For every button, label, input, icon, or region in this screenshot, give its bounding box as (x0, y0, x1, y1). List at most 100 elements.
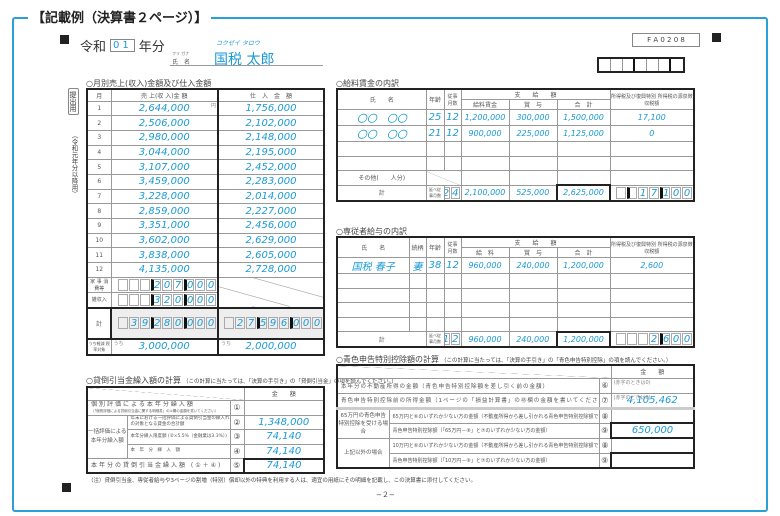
sales-value[interactable]: 3,351,000 (110, 218, 219, 234)
others-label[interactable]: その他( 人分) (336, 170, 427, 186)
sum[interactable]: 1,200,000 (556, 257, 611, 274)
family-name[interactable]: 国税 春子 (336, 257, 410, 274)
sales-value[interactable]: 2,506,000 (110, 115, 219, 131)
purchase-value[interactable]: 2,605,000 (217, 247, 325, 264)
age[interactable]: 38 (425, 257, 445, 274)
months[interactable]: 12 (443, 125, 462, 142)
cell[interactable] (556, 273, 611, 289)
cell[interactable] (425, 316, 445, 332)
cell[interactable] (508, 155, 558, 171)
purchase-value[interactable]: 2,148,000 (217, 129, 325, 146)
cell[interactable] (443, 155, 462, 171)
total-months[interactable]: 24 (443, 184, 462, 201)
cell[interactable] (408, 273, 427, 289)
sales-value[interactable]: 2,859,000 (110, 203, 219, 219)
total-wage[interactable]: 960,000 (460, 331, 510, 348)
amount-value[interactable]: 650,000 (610, 422, 695, 439)
furigana-value[interactable]: コクゼイ タロウ (216, 38, 260, 47)
household-value[interactable]: 207000 (110, 276, 219, 293)
cell[interactable] (508, 141, 558, 157)
amount-value[interactable] (610, 437, 695, 454)
cell[interactable] (443, 273, 462, 289)
purchase-value[interactable]: 2,452,000 (217, 159, 325, 175)
amount-value[interactable] (610, 452, 695, 469)
cell[interactable] (556, 287, 611, 303)
total-wage[interactable]: 2,100,000 (460, 184, 510, 201)
sum[interactable]: 1,125,000 (556, 125, 611, 142)
sales-value[interactable]: 3,602,000 (110, 232, 219, 249)
cell[interactable] (460, 302, 510, 318)
total-tax[interactable]: 2600 (609, 331, 695, 348)
total-sales[interactable]: 39280000 (110, 306, 219, 340)
cell[interactable] (556, 141, 611, 157)
cell[interactable] (609, 302, 695, 318)
cell[interactable] (336, 302, 410, 318)
cell[interactable] (443, 302, 462, 318)
amount-value[interactable]: 74,140 (243, 443, 325, 459)
cell[interactable] (425, 302, 445, 318)
cell[interactable] (425, 155, 445, 171)
year-field[interactable]: 01 (110, 39, 135, 52)
sum[interactable]: 1,500,000 (556, 109, 611, 126)
cell[interactable] (408, 316, 427, 332)
sales-value[interactable]: 2,980,000 (110, 129, 219, 146)
employee-name[interactable]: 〇〇 〇〇 (336, 109, 427, 126)
sales-value[interactable]: 4,135,000 (110, 262, 219, 278)
misc-value[interactable]: 320000 (110, 291, 219, 309)
cell[interactable] (508, 302, 558, 318)
sales-value[interactable]: 3,459,000 (110, 173, 219, 190)
reduced-sales[interactable]: うち 3,000,000 (110, 338, 219, 356)
name-value[interactable]: 国税 太郎 (214, 49, 274, 69)
cell[interactable] (556, 302, 611, 318)
cell[interactable] (609, 273, 695, 289)
cell[interactable] (460, 141, 510, 157)
cell[interactable] (443, 287, 462, 303)
cell[interactable] (408, 287, 427, 303)
digit-boxes[interactable]: 17100 (611, 186, 693, 200)
amount-value[interactable]: (赤字のときは0) 4,105,462 (610, 392, 695, 409)
amount-value[interactable]: 1,348,000 (243, 414, 325, 430)
cell[interactable] (425, 287, 445, 303)
tax[interactable]: 0 (609, 125, 695, 142)
cell[interactable] (508, 273, 558, 289)
sales-value[interactable]: 3,838,000 (110, 247, 219, 264)
sales-value[interactable]: 3,107,000 (110, 159, 219, 175)
bonus[interactable]: 225,000 (508, 125, 558, 142)
wage[interactable]: 900,000 (460, 125, 510, 142)
digit-boxes[interactable]: 27596000 (220, 316, 322, 330)
cell[interactable] (336, 155, 427, 171)
cell[interactable] (508, 170, 558, 186)
amount-value[interactable]: 74,140 (243, 457, 325, 474)
digit-boxes[interactable]: 39280000 (113, 316, 216, 330)
digit-boxes[interactable]: 2600 (611, 332, 693, 346)
sales-value[interactable]: 3,228,000 (110, 188, 219, 205)
amount-value[interactable] (610, 407, 695, 424)
purchase-value[interactable]: 2,456,000 (217, 218, 325, 234)
digit-boxes[interactable]: 320000 (112, 293, 216, 307)
purchase-value[interactable]: 2,102,000 (217, 115, 325, 131)
reduced-purchase[interactable]: うち 2,000,000 (217, 338, 325, 356)
purchase-value[interactable]: 2,728,000 (217, 262, 325, 278)
tax[interactable]: 2,600 (609, 257, 695, 274)
purchase-value[interactable]: 2,014,000 (217, 188, 325, 205)
cell[interactable] (425, 141, 445, 157)
cell[interactable] (336, 273, 410, 289)
digit-boxes[interactable]: 207000 (112, 278, 216, 291)
months[interactable]: 12 (443, 257, 462, 274)
sales-value[interactable]: 2,644,000 円 (110, 100, 219, 117)
sales-value[interactable]: 3,044,000 (110, 144, 219, 161)
wage[interactable]: 960,000 (460, 257, 510, 274)
cell[interactable] (336, 141, 427, 157)
wage[interactable]: 1,200,000 (460, 109, 510, 126)
cell[interactable] (425, 170, 462, 186)
purchase-value[interactable]: 2,629,000 (217, 232, 325, 249)
cell[interactable] (556, 316, 611, 332)
cell[interactable] (609, 170, 695, 186)
purchase-value[interactable]: 1,756,000 (217, 100, 325, 117)
purchase-value[interactable]: 2,195,000 (217, 144, 325, 161)
purchase-value[interactable]: 2,283,000 (217, 173, 325, 190)
bonus[interactable]: 240,000 (508, 257, 558, 274)
age[interactable]: 25 (425, 109, 445, 126)
total-tax[interactable]: 17100 (609, 184, 695, 201)
cell[interactable] (609, 287, 695, 303)
